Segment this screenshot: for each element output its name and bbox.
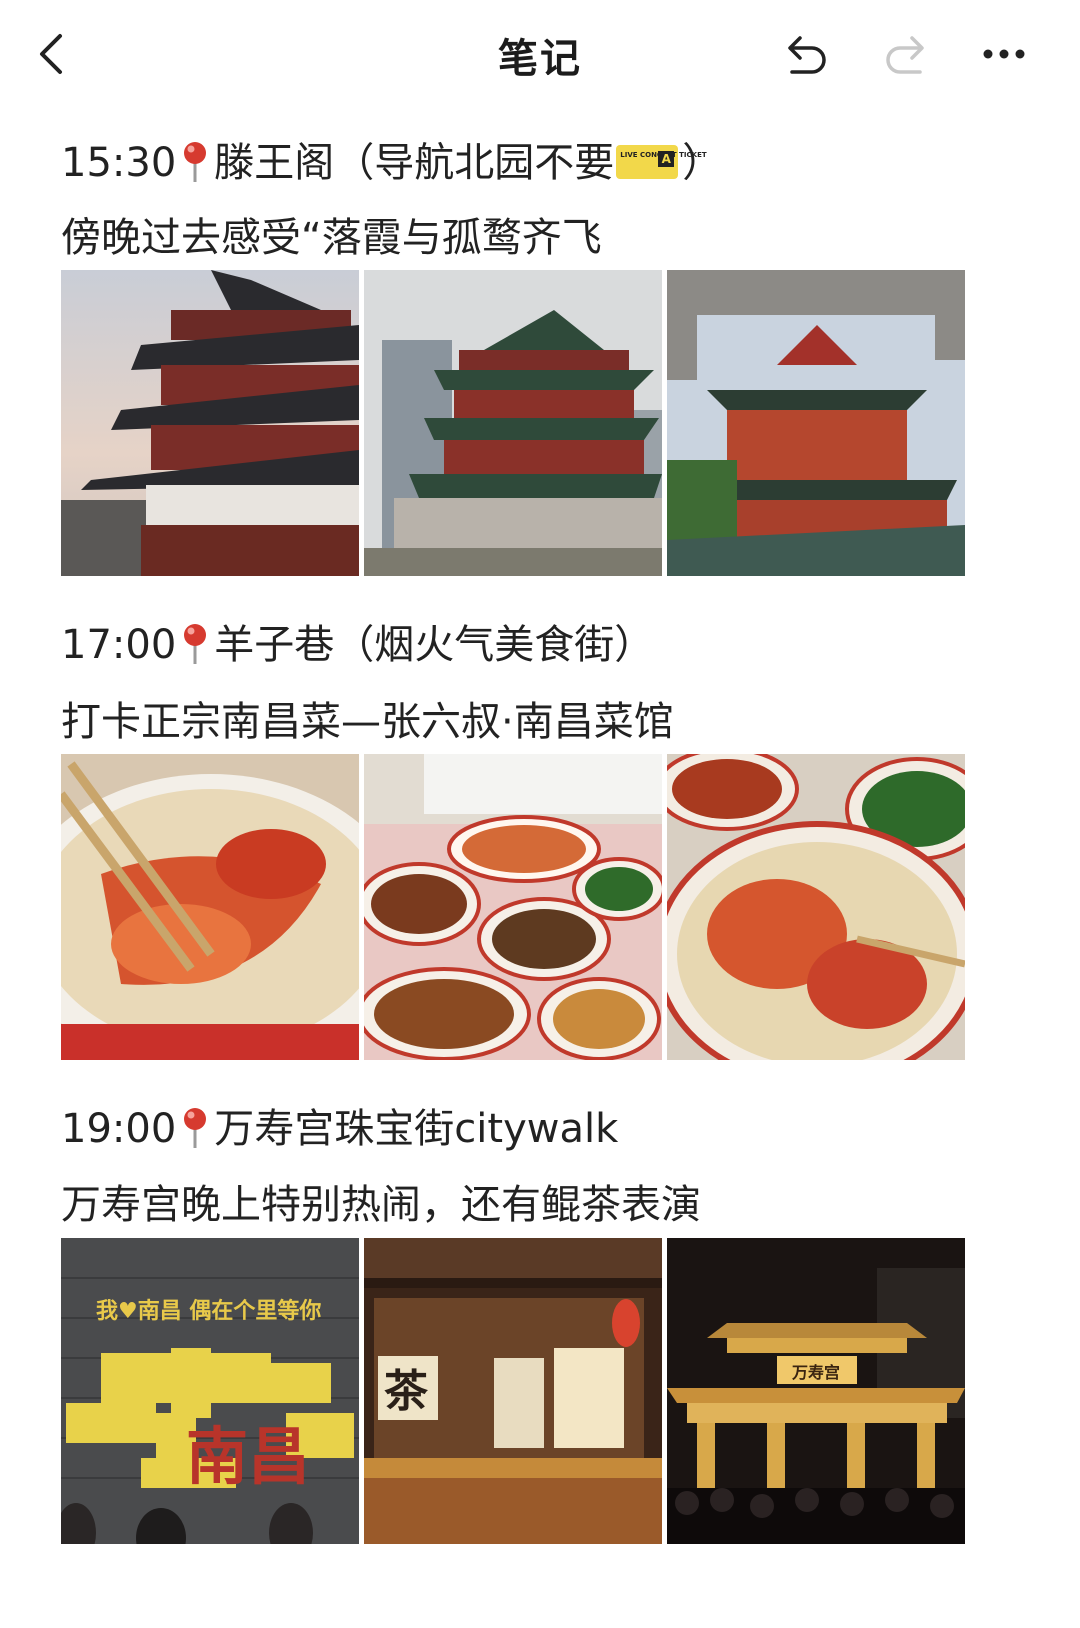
more-button[interactable] xyxy=(976,26,1032,82)
wall-slogan-text: 我♥南昌 偶在个里等你 xyxy=(96,1298,321,1324)
wall-big-text: 南昌 xyxy=(186,1420,310,1493)
place-label: 万寿宫珠宝街citywalk xyxy=(214,1106,619,1152)
photo-crab-noodles-bowl[interactable] xyxy=(667,754,965,1060)
photo-nanchang-wall[interactable]: 我♥南昌 偶在个里等你 南昌 xyxy=(61,1238,359,1544)
redo-button[interactable] xyxy=(878,26,934,82)
photo-tea-house[interactable]: 茶 xyxy=(364,1238,662,1544)
section-2-note: 打卡正宗南昌菜—张六叔·南昌菜馆 xyxy=(61,699,674,745)
more-icon xyxy=(983,49,1025,59)
ticket-emoji-icon: LIVE CONCERT TICKETA xyxy=(616,145,707,179)
photo-table-dishes[interactable] xyxy=(364,754,662,1060)
pin-icon xyxy=(184,1108,207,1148)
photo-tengwang-pavilion-1[interactable] xyxy=(61,270,359,576)
pin-icon xyxy=(184,624,207,664)
section-3-note: 万寿宫晚上特别热闹，还有鲲茶表演 xyxy=(61,1182,701,1228)
section-1-note: 傍晚过去感受“落霞与孤鹜齐飞 xyxy=(61,215,602,261)
pin-icon xyxy=(184,142,207,182)
section-1-photos xyxy=(61,270,965,576)
gate-plaque-text: 万寿宫 xyxy=(791,1363,840,1382)
place-label: 滕王阁（导航北园不要 xyxy=(214,140,615,186)
undo-button[interactable] xyxy=(778,26,834,82)
section-3-photos: 我♥南昌 偶在个里等你 南昌 茶 万寿宫 xyxy=(61,1238,965,1544)
photo-wanshou-gate[interactable]: 万寿宫 xyxy=(667,1238,965,1544)
section-1-heading: 15:30 滕王阁（导航北园不要LIVE CONCERT TICKETA） xyxy=(61,130,722,190)
time-label: 19:00 xyxy=(61,1106,177,1152)
section-3-heading: 19:00 万寿宫珠宝街citywalk xyxy=(61,1096,618,1156)
undo-icon xyxy=(788,36,826,74)
top-bar: 笔记 xyxy=(0,0,1080,110)
photo-tengwang-pavilion-3[interactable] xyxy=(667,270,965,576)
section-2-photos xyxy=(61,754,965,1060)
photo-crab-noodles-closeup[interactable] xyxy=(61,754,359,1060)
tea-sign-text: 茶 xyxy=(384,1366,429,1417)
time-label: 15:30 xyxy=(61,140,177,186)
place-label: 羊子巷（烟火气美食街） xyxy=(214,622,655,668)
section-2-heading: 17:00 羊子巷（烟火气美食街） xyxy=(61,612,654,672)
redo-icon xyxy=(886,36,924,74)
place-suffix: ） xyxy=(682,140,723,186)
photo-tengwang-pavilion-2[interactable] xyxy=(364,270,662,576)
time-label: 17:00 xyxy=(61,622,177,668)
